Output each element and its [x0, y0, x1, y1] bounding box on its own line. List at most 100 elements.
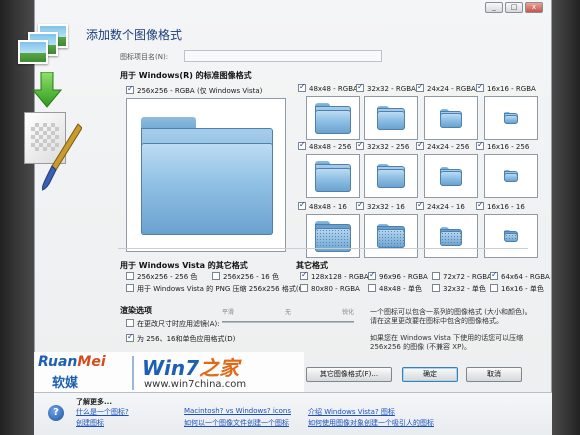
help-link-vista-icons[interactable]: 介绍 Windows Vista? 图标	[308, 407, 395, 417]
format-256-rgba[interactable]: 256x256 - RGBA (仅 Windows Vista)	[126, 84, 263, 96]
folder-icon	[440, 109, 462, 128]
format-label: 128x128 - RGBA	[311, 273, 369, 281]
help-link-create-icon[interactable]: 创建图标	[76, 418, 104, 428]
checkbox[interactable]	[126, 272, 134, 280]
format-option[interactable]: 32x32 - 256	[356, 140, 409, 151]
format-option[interactable]: 32x32 - RGBA	[356, 82, 416, 93]
ok-button[interactable]: 确定	[402, 367, 458, 382]
other-format-option[interactable]: 96x96 - RGBA	[368, 270, 428, 281]
format-256-16color[interactable]: 256x256 - 16 色	[212, 272, 279, 282]
other-formats-button[interactable]: 其它图像格式(F)...	[306, 367, 392, 382]
folder-icon	[315, 161, 351, 192]
checkbox[interactable]	[356, 200, 364, 210]
format-option[interactable]: 48x48 - RGBA	[298, 82, 358, 93]
checkbox[interactable]	[126, 284, 134, 292]
other-format-option[interactable]: 32x32 - 单色	[432, 284, 486, 294]
minimize-button[interactable]: _	[485, 2, 503, 13]
format-preview	[424, 154, 478, 198]
checkbox[interactable]	[300, 270, 308, 280]
slider-label-none: 无	[284, 309, 291, 316]
format-preview	[484, 214, 538, 258]
format-256-256color[interactable]: 256x256 - 256 色	[126, 272, 197, 282]
checkbox[interactable]	[212, 272, 220, 280]
format-option[interactable]: 16x16 - 256	[476, 140, 529, 151]
format-preview	[484, 154, 538, 198]
other-format-option[interactable]: 80x80 - RGBA	[300, 284, 360, 293]
checkbox[interactable]	[368, 270, 376, 280]
slider-label-smooth: 平滑	[222, 309, 235, 316]
help-link-image-objects[interactable]: 如何使用图像对象创建一个吸引人的图标	[308, 418, 434, 428]
folder-icon	[377, 164, 405, 188]
format-label: 32x32 - 16	[367, 203, 405, 211]
help-link-create-from-image[interactable]: 如何以一个图像文件创建一个图标	[184, 418, 289, 428]
checkbox[interactable]	[490, 270, 498, 280]
format-label: 64x64 - RGBA	[501, 273, 550, 281]
other-format-option[interactable]: 64x64 - RGBA	[490, 270, 550, 281]
other-format-option[interactable]: 48x48 - 单色	[368, 284, 422, 294]
checkbox[interactable]	[356, 82, 364, 92]
close-button[interactable]: x	[525, 2, 543, 13]
folder-icon	[504, 170, 518, 182]
checkbox[interactable]	[298, 82, 306, 92]
checkbox[interactable]	[416, 200, 424, 210]
format-option[interactable]: 24x24 - RGBA	[416, 82, 476, 93]
format-label: 24x24 - 256	[427, 143, 470, 151]
png-compress-option[interactable]: 用于 Windows Vista 的 PNG 压缩 256x256 格式(C)	[126, 284, 306, 294]
wizard-illustration	[14, 22, 82, 197]
checkbox[interactable]	[298, 140, 306, 150]
folder-icon	[440, 167, 462, 186]
checkbox[interactable]	[490, 284, 498, 292]
filter-slider-labels: 平滑 无 锐化	[222, 307, 354, 316]
icon-name-input[interactable]	[184, 50, 382, 62]
help-bar: ? 了解更多... 什么是一个图标? 创建图标 Macintosh? vs Wi…	[34, 392, 552, 435]
checkbox[interactable]	[300, 284, 308, 292]
description-text: 一个图标可以包含一系列的图像格式 (大小和颜色)。请在这里更改要在图标中包含的图…	[370, 308, 532, 325]
format-option[interactable]: 48x48 - 256	[298, 140, 351, 151]
format-option[interactable]: 48x48 - 16	[298, 200, 347, 211]
format-label: 16x16 - 单色	[501, 285, 544, 293]
filter-slider[interactable]	[222, 321, 354, 323]
maximize-button[interactable]: □	[505, 2, 523, 13]
other-format-option[interactable]: 16x16 - 单色	[490, 284, 544, 294]
checkbox[interactable]	[476, 82, 484, 92]
checkbox[interactable]	[126, 332, 134, 342]
checkbox[interactable]	[126, 319, 134, 327]
dialog-title: 添加数个图像格式	[86, 28, 183, 42]
help-link-what-is-icon[interactable]: 什么是一个图标?	[76, 407, 129, 417]
checkbox[interactable]	[416, 82, 424, 92]
format-option[interactable]: 16x16 - 16	[476, 200, 525, 211]
format-label: 32x32 - 单色	[443, 285, 486, 293]
format-preview	[306, 154, 360, 198]
checkbox[interactable]	[476, 140, 484, 150]
other-format-option[interactable]: 72x72 - RGBA	[432, 272, 492, 281]
format-option[interactable]: 24x24 - 16	[416, 200, 465, 211]
format-preview	[306, 96, 360, 140]
checkbox[interactable]	[416, 140, 424, 150]
checkbox[interactable]	[432, 272, 440, 280]
format-label: 80x80 - RGBA	[311, 285, 360, 293]
format-option[interactable]: 32x32 - 16	[356, 200, 405, 211]
apply-filter-option[interactable]: 在更改尺寸时应用滤镜(A):	[126, 319, 220, 329]
format-preview	[364, 214, 418, 258]
checkbox[interactable]	[356, 140, 364, 150]
help-icon: ?	[48, 405, 64, 421]
format-label: 256x256 - RGBA (仅 Windows Vista)	[137, 87, 263, 95]
watermark-logo-a: Win7	[142, 356, 200, 380]
other-format-option[interactable]: 128x128 - RGBA	[300, 270, 369, 281]
format-option[interactable]: 24x24 - 256	[416, 140, 470, 151]
checkbox[interactable]	[368, 284, 376, 292]
icon-name-label: 图标项目名(N):	[120, 53, 169, 61]
folder-icon	[504, 230, 518, 242]
checkbox[interactable]	[126, 84, 134, 94]
watermark-divider	[132, 356, 134, 390]
format-preview	[424, 96, 478, 140]
help-link-mac-vs-win[interactable]: Macintosh? vs Windows? icons	[184, 407, 291, 415]
cancel-button[interactable]: 取消	[466, 367, 522, 382]
apply-format-option[interactable]: 为 256、16和单色应用格式(D)	[126, 332, 235, 344]
checkbox[interactable]	[476, 200, 484, 210]
checkbox[interactable]	[432, 284, 440, 292]
format-label: 24x24 - 16	[427, 203, 465, 211]
format-option[interactable]: 16x16 - RGBA	[476, 82, 536, 93]
format-label: 72x72 - RGBA	[443, 273, 492, 281]
checkbox[interactable]	[298, 200, 306, 210]
